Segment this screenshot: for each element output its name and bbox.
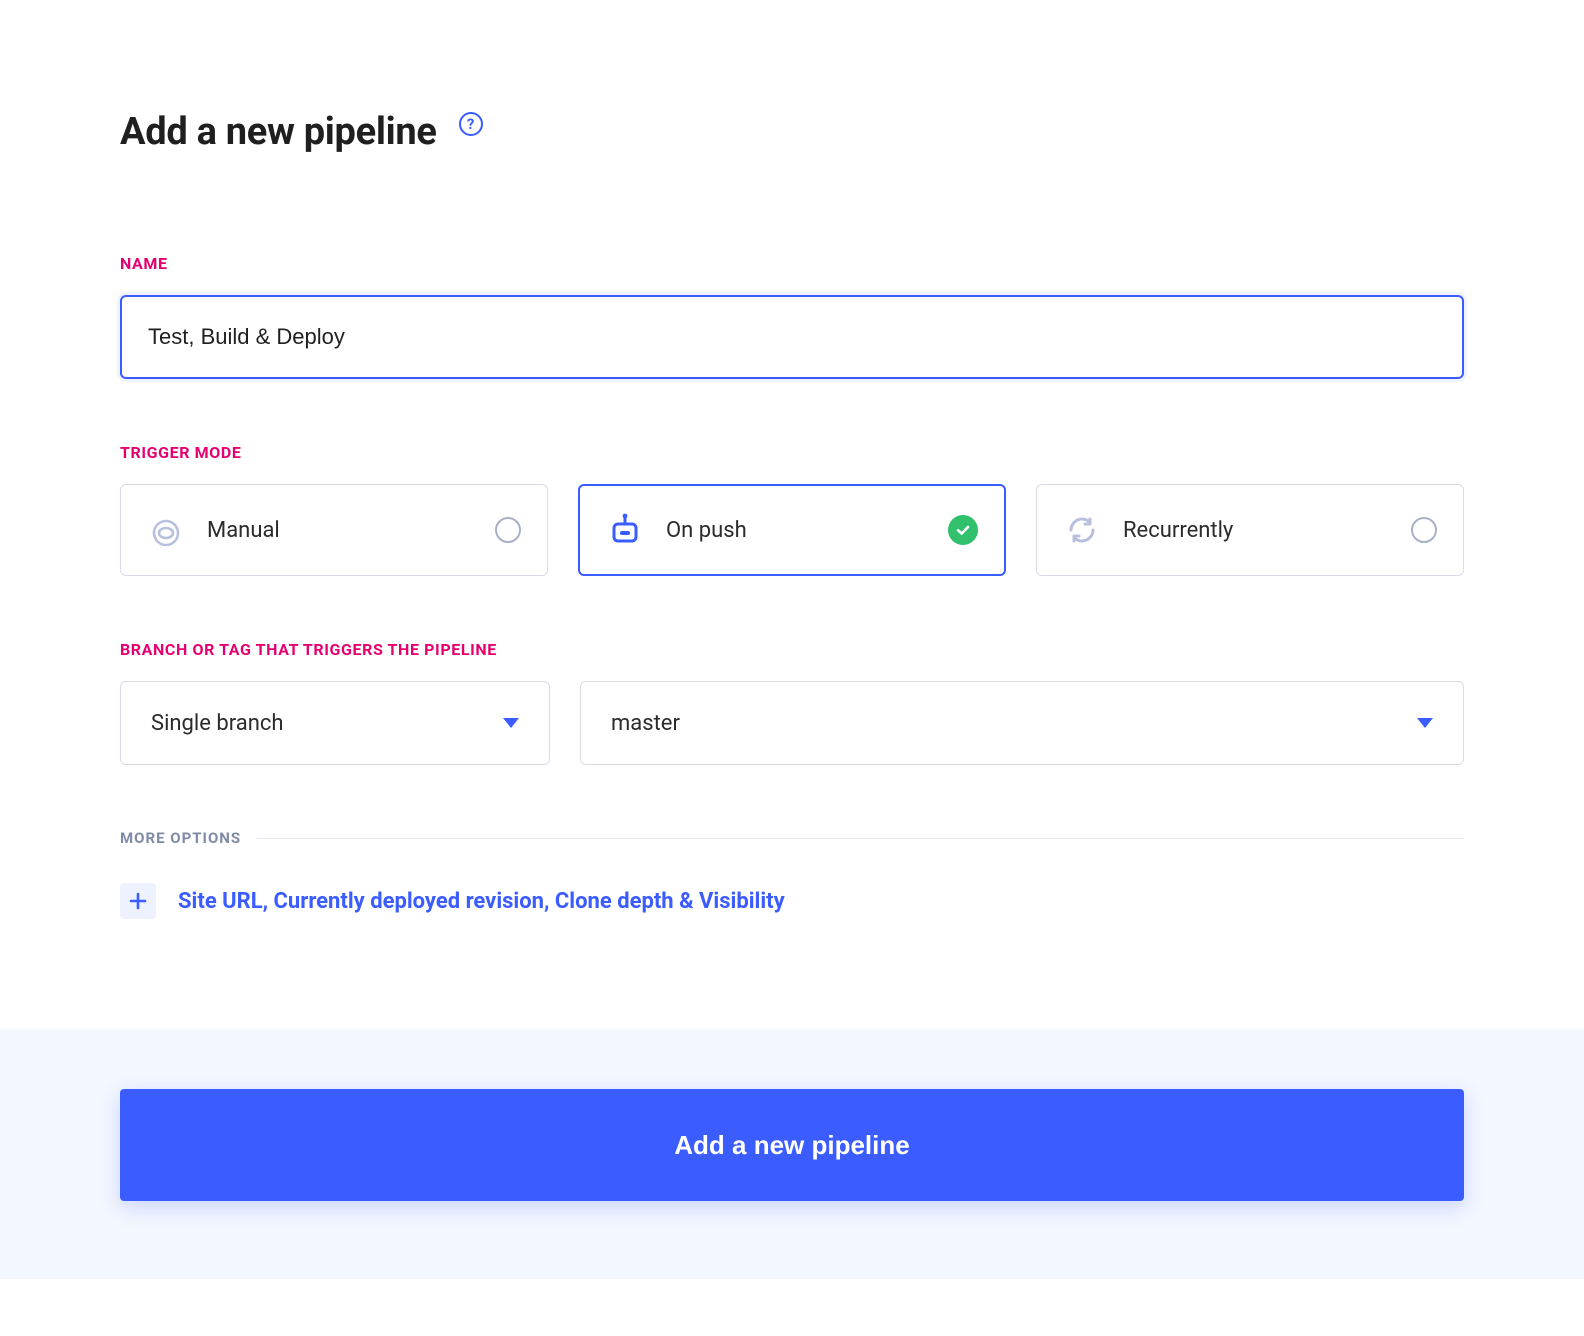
add-pipeline-button[interactable]: Add a new pipeline bbox=[120, 1089, 1464, 1201]
trigger-on-push-label: On push bbox=[666, 518, 926, 543]
more-options-label: MORE OPTIONS bbox=[120, 829, 241, 847]
radio-unchecked-icon bbox=[1411, 517, 1437, 543]
trigger-manual[interactable]: Manual bbox=[120, 484, 548, 576]
branch-scope-value: Single branch bbox=[151, 711, 284, 736]
more-options-expand[interactable]: Site URL, Currently deployed revision, C… bbox=[120, 883, 1464, 919]
trigger-mode-label: TRIGGER MODE bbox=[120, 443, 1464, 462]
radio-unchecked-icon bbox=[495, 517, 521, 543]
recurrent-icon bbox=[1063, 511, 1101, 549]
pipeline-name-input[interactable] bbox=[120, 295, 1464, 379]
branch-label: BRANCH OR TAG THAT TRIGGERS THE PIPELINE bbox=[120, 640, 1464, 659]
chevron-down-icon bbox=[503, 718, 519, 728]
page-title: Add a new pipeline bbox=[120, 110, 437, 154]
divider bbox=[257, 838, 1464, 839]
branch-scope-select[interactable]: Single branch bbox=[120, 681, 550, 765]
trigger-recurrently[interactable]: Recurrently bbox=[1036, 484, 1464, 576]
trigger-manual-label: Manual bbox=[207, 518, 473, 543]
chevron-down-icon bbox=[1417, 718, 1433, 728]
help-icon[interactable]: ? bbox=[459, 112, 483, 136]
on-push-icon bbox=[606, 511, 644, 549]
radio-checked-icon bbox=[948, 515, 978, 545]
name-label: NAME bbox=[120, 254, 1464, 273]
plus-icon bbox=[120, 883, 156, 919]
branch-name-select[interactable]: master bbox=[580, 681, 1464, 765]
branch-name-value: master bbox=[611, 711, 680, 736]
trigger-on-push[interactable]: On push bbox=[578, 484, 1006, 576]
manual-icon bbox=[147, 511, 185, 549]
more-options-text: Site URL, Currently deployed revision, C… bbox=[178, 889, 785, 914]
trigger-recurrently-label: Recurrently bbox=[1123, 518, 1389, 543]
